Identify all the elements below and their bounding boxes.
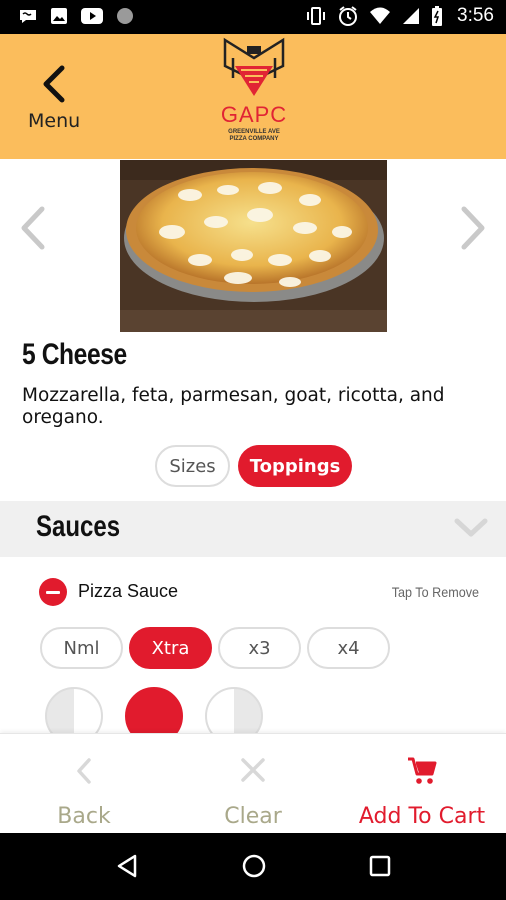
gapc-logo: GAPC GREENVILLE AVE PIZZA COMPANY [219,36,289,154]
menu-back-label: Menu [28,110,81,132]
menu-back-button[interactable]: Menu [22,64,92,139]
next-image-chevron-icon[interactable] [458,205,488,251]
system-icons: 3:56 [305,5,494,27]
close-icon [241,758,265,782]
amount-extra-button[interactable]: Xtra [129,627,212,669]
add-to-cart-button[interactable]: Add To Cart [338,734,506,834]
tab-sizes[interactable]: Sizes [155,445,230,487]
nav-back-icon[interactable] [115,853,139,879]
status-bar: 3:56 [0,0,506,34]
sync-icon [117,8,133,24]
vibrate-icon [307,7,326,25]
tab-toppings[interactable]: Toppings [238,445,352,487]
sauces-section-header[interactable]: Sauces [0,501,506,557]
tap-to-remove-hint: Tap To Remove [391,584,479,600]
youtube-icon [81,8,103,24]
section-title: Sauces [36,510,121,543]
logo-subtitle-line2: PIZZA COMPANY [229,136,279,142]
logo-wordmark: GAPC [220,102,288,127]
product-description: Mozzarella, feta, parmesan, goat, ricott… [22,385,445,428]
nav-home-icon[interactable] [241,853,267,879]
app-header: Menu GAPC GREENVILLE AVE PIZZA COMPANY [0,34,506,159]
chevron-left-icon [77,758,91,784]
add-to-cart-label: Add To Cart [358,804,486,829]
clear-button[interactable]: Clear [169,734,337,834]
signal-icon [403,8,420,24]
chevron-left-icon [43,65,65,103]
logo-mark-icon [223,37,285,96]
wifi-icon [370,7,391,24]
clear-label: Clear [224,804,282,829]
product-title: 5 Cheese [22,338,127,371]
option-tabs: Sizes Toppings [155,445,352,487]
product-image [120,160,387,332]
clock: 3:56 [457,5,494,26]
amount-x3-button[interactable]: x3 [218,627,301,669]
cart-icon [408,757,437,784]
system-nav-bar [0,833,506,900]
notification-icons [18,7,134,25]
previous-image-chevron-icon[interactable] [18,205,48,251]
action-bar: Back Clear Add To Cart [0,733,506,833]
amount-options: Nml Xtra x3 x4 [40,627,390,669]
topping-name: Pizza Sauce [78,581,179,601]
amount-normal-button[interactable]: Nml [40,627,123,669]
chat-bubble-icon [20,10,36,23]
amount-x4-button[interactable]: x4 [307,627,390,669]
image-icon [51,8,67,24]
back-button[interactable]: Back [0,734,168,834]
alarm-icon [339,6,358,26]
chevron-down-icon [454,518,488,537]
nav-recents-icon[interactable] [369,853,391,879]
logo-subtitle-line1: GREENVILLE AVE [228,129,280,135]
remove-topping-button[interactable] [39,578,67,606]
battery-icon [432,6,443,26]
back-label: Back [57,804,111,829]
logo-subtitle: GREENVILLE AVE PIZZA COMPANY [219,129,289,143]
